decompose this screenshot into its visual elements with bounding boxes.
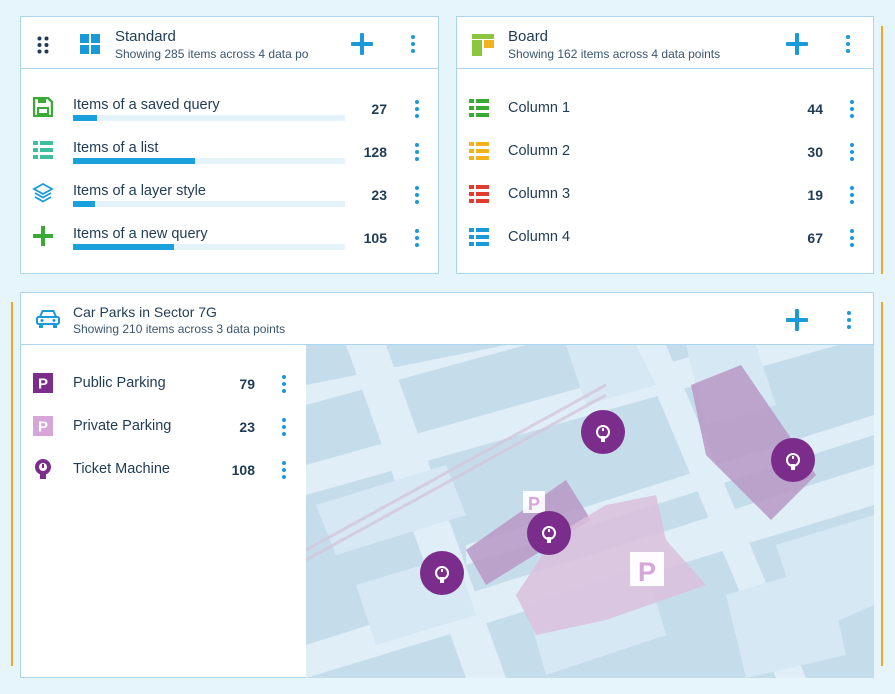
save-icon bbox=[32, 96, 54, 118]
carparks-subtitle: Showing 210 items across 3 data points bbox=[73, 322, 286, 336]
ticket-machine-icon bbox=[33, 458, 53, 480]
svg-text:P: P bbox=[638, 557, 656, 587]
progress-fill bbox=[73, 201, 95, 207]
list-item[interactable]: P Private Parking 23 bbox=[21, 407, 305, 447]
list-item-label: Column 2 bbox=[508, 143, 571, 159]
more-options-icon[interactable] bbox=[279, 460, 289, 480]
board-subtitle: Showing 162 items across 4 data points bbox=[508, 47, 721, 61]
map[interactable]: P P bbox=[306, 345, 874, 678]
list-item-label: Items of a new query bbox=[73, 226, 208, 242]
progress-bar bbox=[73, 158, 345, 164]
more-options-icon[interactable] bbox=[408, 34, 418, 54]
list-item[interactable]: P Public Parking 79 bbox=[21, 364, 305, 404]
ticket-machine-marker[interactable] bbox=[420, 551, 464, 595]
board-title: Board bbox=[508, 28, 549, 45]
add-button[interactable] bbox=[349, 31, 375, 57]
more-options-icon[interactable] bbox=[843, 34, 853, 54]
progress-bar bbox=[73, 244, 345, 250]
plus-icon bbox=[33, 226, 53, 246]
ticket-machine-marker[interactable] bbox=[527, 511, 571, 555]
more-options-icon[interactable] bbox=[847, 99, 857, 119]
list-item-label: Column 1 bbox=[508, 100, 571, 116]
list-item-label: Ticket Machine bbox=[73, 461, 170, 477]
resize-handle[interactable] bbox=[881, 26, 883, 274]
more-options-icon[interactable] bbox=[844, 310, 854, 330]
list-icon bbox=[469, 184, 489, 204]
ticket-machine-marker[interactable] bbox=[771, 438, 815, 482]
list-item[interactable]: Items of a new query 105 bbox=[21, 218, 438, 258]
standard-panel-header: Standard Showing 285 items across 4 data… bbox=[21, 17, 438, 69]
progress-fill bbox=[73, 158, 196, 164]
list-item[interactable]: Column 4 67 bbox=[457, 218, 873, 258]
list-item-label: Column 4 bbox=[508, 229, 571, 245]
progress-bar bbox=[73, 115, 345, 121]
list-item-count: 19 bbox=[807, 187, 823, 203]
list-item-label: Items of a list bbox=[73, 140, 159, 156]
parking-marker[interactable]: P bbox=[630, 552, 664, 587]
svg-text:P: P bbox=[528, 494, 540, 514]
list-item-count: 27 bbox=[371, 101, 387, 117]
ticket-machine-marker[interactable] bbox=[581, 410, 625, 454]
list-item-label: Items of a saved query bbox=[73, 97, 220, 113]
list-item-label: Private Parking bbox=[73, 418, 172, 434]
more-options-icon[interactable] bbox=[279, 417, 289, 437]
progress-bar bbox=[73, 201, 345, 207]
list-item-count: 67 bbox=[807, 230, 823, 246]
list-item[interactable]: Items of a saved query 27 bbox=[21, 89, 438, 129]
list-item-count: 128 bbox=[363, 144, 387, 160]
standard-title: Standard bbox=[115, 28, 176, 45]
carparks-panel: Car Parks in Sector 7G Showing 210 items… bbox=[20, 292, 874, 678]
parking-icon: P bbox=[33, 416, 53, 436]
svg-text:P: P bbox=[38, 376, 48, 393]
resize-handle[interactable] bbox=[881, 302, 883, 666]
more-options-icon[interactable] bbox=[412, 142, 422, 162]
list-item-label: Items of a layer style bbox=[73, 183, 206, 199]
list-item-label: Public Parking bbox=[73, 375, 166, 391]
more-options-icon[interactable] bbox=[279, 374, 289, 394]
list-item[interactable]: Column 2 30 bbox=[457, 132, 873, 172]
list-item-count: 30 bbox=[807, 144, 823, 160]
board-icon bbox=[472, 34, 494, 56]
list-item[interactable]: Column 3 19 bbox=[457, 175, 873, 215]
list-item[interactable]: Ticket Machine 108 bbox=[21, 450, 305, 490]
add-button[interactable] bbox=[784, 31, 810, 57]
more-options-icon[interactable] bbox=[847, 185, 857, 205]
more-options-icon[interactable] bbox=[412, 228, 422, 248]
layers-icon bbox=[32, 182, 54, 204]
more-options-icon[interactable] bbox=[847, 142, 857, 162]
list-item-count: 44 bbox=[807, 101, 823, 117]
progress-fill bbox=[73, 244, 174, 250]
svg-text:P: P bbox=[38, 419, 48, 436]
parking-icon: P bbox=[33, 373, 53, 393]
list-item-count: 79 bbox=[239, 376, 255, 392]
parking-marker[interactable]: P bbox=[523, 491, 545, 514]
more-options-icon[interactable] bbox=[412, 99, 422, 119]
grid-icon bbox=[80, 34, 100, 54]
standard-subtitle: Showing 285 items across 4 data po bbox=[115, 47, 309, 61]
carparks-title: Car Parks in Sector 7G bbox=[73, 304, 217, 320]
list-item[interactable]: Items of a layer style 23 bbox=[21, 175, 438, 215]
list-item[interactable]: Items of a list 128 bbox=[21, 132, 438, 172]
list-icon bbox=[469, 141, 489, 161]
list-icon bbox=[33, 140, 53, 160]
list-icon bbox=[469, 227, 489, 247]
progress-fill bbox=[73, 115, 98, 121]
list-icon bbox=[469, 98, 489, 118]
list-item[interactable]: Column 1 44 bbox=[457, 89, 873, 129]
resize-handle[interactable] bbox=[11, 302, 13, 666]
more-options-icon[interactable] bbox=[847, 228, 857, 248]
list-item-count: 23 bbox=[371, 187, 387, 203]
carparks-panel-header: Car Parks in Sector 7G Showing 210 items… bbox=[21, 293, 873, 345]
add-button[interactable] bbox=[784, 307, 810, 333]
board-panel-header: Board Showing 162 items across 4 data po… bbox=[457, 17, 873, 69]
car-icon bbox=[36, 309, 60, 329]
list-item-count: 108 bbox=[231, 462, 255, 478]
more-options-icon[interactable] bbox=[412, 185, 422, 205]
list-item-label: Column 3 bbox=[508, 186, 571, 202]
list-item-count: 23 bbox=[239, 419, 255, 435]
board-panel: Board Showing 162 items across 4 data po… bbox=[456, 16, 874, 274]
standard-panel: Standard Showing 285 items across 4 data… bbox=[20, 16, 439, 274]
list-item-count: 105 bbox=[363, 230, 387, 246]
drag-handle-icon[interactable] bbox=[37, 36, 49, 54]
